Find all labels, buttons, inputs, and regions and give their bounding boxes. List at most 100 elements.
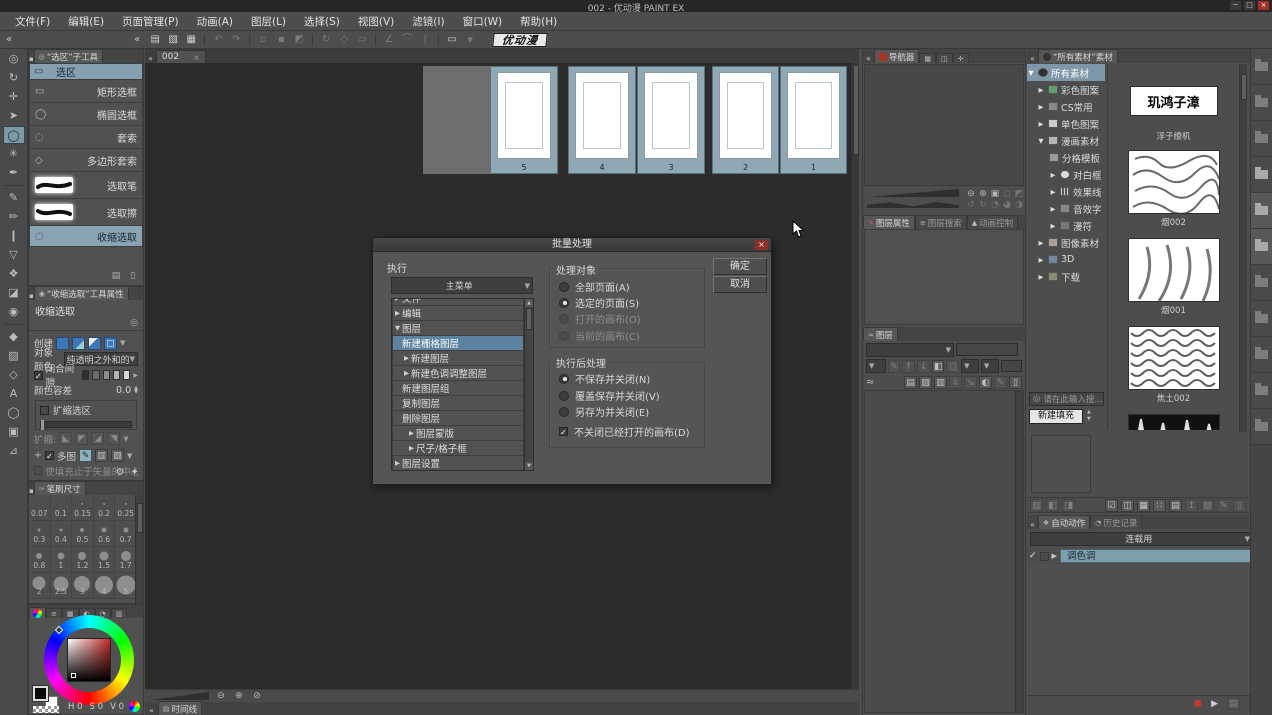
tree-color-pattern[interactable]: ▶彩色图案 (1027, 81, 1105, 98)
dock-collapse-icon[interactable]: « (863, 54, 874, 63)
action-set-dropdown[interactable]: 连载用 ▼ (1030, 532, 1253, 546)
layer-palette-dropdown-1[interactable]: ▼ (961, 359, 979, 373)
keep-open-checkbox[interactable]: ✓不关闭已经打开的画布(D) (559, 424, 690, 439)
slider-handle[interactable] (41, 420, 44, 430)
canvas-tab-close-icon[interactable]: × (193, 53, 200, 62)
multi-expand-icon[interactable]: ▼ (127, 452, 132, 460)
menu-page-manage[interactable]: 页面管理(P) (113, 12, 188, 31)
selection-subtract-icon[interactable] (88, 337, 101, 350)
new-fill-button[interactable]: 新建填充 (1029, 409, 1083, 424)
play-action-icon[interactable]: ▶ (1211, 699, 1218, 709)
shortcut-sync-icon[interactable] (1251, 229, 1272, 265)
approx-color-tab[interactable]: ▥ (111, 608, 128, 618)
next-folder-icon[interactable]: ◨ (1062, 499, 1075, 512)
layer-palette-dropdown-2[interactable]: ▼ (981, 359, 999, 373)
close-gap-checkbox[interactable]: ✓ (34, 371, 43, 380)
hint-icon[interactable]: ✦ (131, 467, 139, 478)
animation-control-tab[interactable]: ▲动画控制 (967, 215, 1018, 229)
subtool-select-pen[interactable]: 选取笔 (29, 171, 143, 199)
gap-size-4[interactable] (113, 370, 120, 380)
deselect-icon[interactable]: ▫ (255, 33, 271, 47)
subtool-tab[interactable]: ◎“选区”子工具 (34, 50, 103, 63)
nav-fit-icon[interactable]: ▣ (989, 189, 1001, 200)
scale-rotate-icon[interactable]: ↻ (318, 33, 334, 47)
pen-tool-icon[interactable]: ✎ (3, 189, 25, 207)
menu-animation[interactable]: 动画(A) (188, 12, 242, 31)
grid-view-icon[interactable]: ▦ (1137, 499, 1150, 512)
edit-material-icon[interactable]: ✎ (1217, 499, 1230, 512)
subtool-detail-icon[interactable]: ◎ (29, 318, 143, 328)
material-item-calligraphy[interactable]: 玑鸿子漳 (1130, 86, 1218, 116)
scale-mode-2-icon[interactable]: ◤ (75, 432, 88, 445)
scale-mode-3-icon[interactable]: ◢ (91, 432, 104, 445)
action-pause-checkbox[interactable] (1040, 552, 1049, 561)
post-no-save-radio[interactable]: 不保存并关闭(N) (559, 371, 650, 386)
canvas-vertical-scrollbar[interactable] (851, 63, 859, 689)
nav-rotate-right-icon[interactable]: ↻ (977, 200, 989, 211)
scale-area-slider[interactable] (40, 421, 132, 428)
margin-down-icon[interactable]: ▼ (134, 390, 138, 394)
auto-action-tab[interactable]: ❖自动动作 (1038, 515, 1090, 529)
zoom-reset-icon[interactable]: ⊘ (251, 691, 263, 702)
brush-size-cell[interactable]: 2 (29, 573, 51, 599)
close-button[interactable]: × (1258, 1, 1269, 10)
cancel-button[interactable]: 取消 (713, 276, 767, 293)
scroll-down-icon[interactable]: ▼ (525, 462, 533, 470)
nav-actual-size-icon[interactable]: ◻ (1001, 189, 1013, 200)
export-material-icon[interactable]: ↥ (1185, 499, 1198, 512)
detail-view-icon[interactable]: ▤ (1169, 499, 1182, 512)
menu-source-dropdown[interactable]: 主菜单 ▼ (391, 277, 533, 294)
tree-frame-template[interactable]: 分格模板 (1027, 149, 1105, 166)
multi-ref-all-icon[interactable]: ✎ (79, 449, 92, 462)
color-picker-icon[interactable] (129, 701, 140, 712)
rotate-canvas-tool-icon[interactable]: ↻ (3, 69, 25, 87)
layer-extra-button[interactable] (1001, 360, 1022, 372)
sv-square[interactable] (67, 638, 111, 682)
redo-icon[interactable]: ↷ (228, 33, 244, 47)
snap-grid-icon[interactable]: ❘ (417, 33, 433, 47)
shortcut-folder-icon[interactable] (1251, 337, 1272, 373)
target-selected-pages-radio[interactable]: 选定的页面(S) (559, 295, 639, 310)
history-tab[interactable]: ◔历史记录 (1090, 515, 1142, 529)
save-icon[interactable]: ▦ (183, 33, 199, 47)
brush-size-cell[interactable]: 0.07 (29, 495, 51, 521)
zoom-out-icon[interactable]: ⊖ (215, 691, 227, 702)
brush-size-cell[interactable]: 4 (94, 573, 116, 599)
material-search-input[interactable]: ◎ 请在此输入搜… (1029, 392, 1104, 406)
save-material-icon[interactable]: ▧ (1201, 499, 1214, 512)
eraser-tool-icon[interactable]: ◪ (3, 284, 25, 302)
color-slider-tab[interactable]: ≡ (46, 608, 62, 618)
decoration-tool-icon[interactable]: ❖ (3, 265, 25, 283)
color-wheel-tab[interactable] (29, 607, 46, 618)
tree-mono-pattern[interactable]: ▶单色图案 (1027, 115, 1105, 132)
gap-expand-icon[interactable]: ▶ (133, 372, 138, 379)
scroll-thumb[interactable] (526, 308, 532, 330)
layer-lock-alpha-icon[interactable]: ◻ (946, 360, 959, 373)
target-all-pages-radio[interactable]: 全部页面(A) (559, 279, 630, 294)
canvas-zoom-slider[interactable] (151, 692, 209, 700)
tree-item-new-layer[interactable]: ▶新建图层 (392, 350, 524, 366)
nav-zoom-in-icon[interactable]: ⊕ (977, 189, 989, 200)
tree-item-delete-layer[interactable]: 删除图层 (392, 410, 524, 426)
layer-lock-icon[interactable]: ◧ (932, 360, 945, 373)
open-file-icon[interactable]: ▧ (165, 33, 181, 47)
tree-item-duplicate-layer[interactable]: 复制图层 (392, 395, 524, 411)
hue-handle[interactable] (55, 626, 63, 634)
snap-special-icon[interactable]: ⌒ (399, 33, 415, 47)
layer-mask-icon[interactable]: ◐ (979, 376, 992, 389)
new-folder-icon[interactable]: ▥ (934, 376, 947, 389)
brush-size-cell[interactable]: 0.15 (72, 495, 94, 521)
tree-item-ruler-frame[interactable]: ▶尺子/格子框 (392, 440, 524, 456)
layer-search-tab[interactable]: ≡图层搜索 (915, 215, 967, 229)
zoom-in-icon[interactable]: ⊕ (233, 691, 245, 702)
layer-panel-tab[interactable]: ≈图层 (863, 327, 898, 341)
delete-material-icon[interactable]: ▯ (1233, 499, 1246, 512)
selection-add-icon[interactable] (72, 337, 85, 350)
shortcut-folder-icon[interactable] (1251, 409, 1272, 445)
collapse-left-icon[interactable]: « (0, 34, 18, 45)
navigator-preview[interactable] (864, 64, 1024, 186)
ok-button[interactable]: 确定 (713, 258, 767, 275)
layer-list-scrollbar[interactable] (1015, 391, 1023, 712)
navigator-rotate-slider[interactable] (867, 200, 959, 208)
new-subtool-icon[interactable]: ▤ (110, 271, 122, 282)
